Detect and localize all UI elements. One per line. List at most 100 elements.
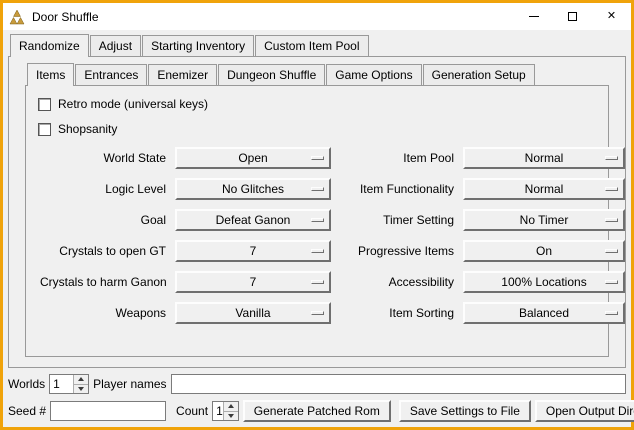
worlds-spin-buttons <box>73 375 88 393</box>
worlds-spin-up-button[interactable] <box>74 375 88 384</box>
tab-adjust[interactable]: Adjust <box>90 35 141 56</box>
item-sorting-dropdown[interactable]: Balanced <box>463 302 625 324</box>
dropdown-indicator-icon <box>311 156 324 160</box>
retro-mode-label: Retro mode (universal keys) <box>58 97 208 111</box>
weapons-label: Weapons <box>40 306 168 320</box>
worlds-spin-down-button[interactable] <box>74 384 88 394</box>
progressive-items-dropdown[interactable]: On <box>463 240 625 262</box>
logic-level-value: No Glitches <box>222 182 284 196</box>
generate-patched-rom-button[interactable]: Generate Patched Rom <box>243 400 391 422</box>
worlds-label: Worlds <box>8 377 45 391</box>
crystals-open-gt-label: Crystals to open GT <box>40 244 168 258</box>
crystals-open-gt-dropdown[interactable]: 7 <box>175 240 331 262</box>
world-state-dropdown[interactable]: Open <box>175 147 331 169</box>
dropdown-indicator-icon <box>311 218 324 222</box>
timer-setting-dropdown[interactable]: No Timer <box>463 209 625 231</box>
tab-items[interactable]: Items <box>27 63 74 86</box>
randomize-pane: Items Entrances Enemizer Dungeon Shuffle… <box>8 56 626 368</box>
dropdown-indicator-icon <box>605 311 618 315</box>
weapons-dropdown[interactable]: Vanilla <box>175 302 331 324</box>
items-pane: Retro mode (universal keys) Shopsanity W… <box>25 85 609 357</box>
dropdown-indicator-icon <box>311 280 324 284</box>
item-pool-label: Item Pool <box>338 151 456 165</box>
item-pool-dropdown[interactable]: Normal <box>463 147 625 169</box>
crystals-harm-ganon-label: Crystals to harm Ganon <box>40 275 168 289</box>
shopsanity-checkbox[interactable]: Shopsanity <box>38 122 598 136</box>
window-title: Door Shuffle <box>32 10 99 24</box>
tab-game-options[interactable]: Game Options <box>326 64 421 85</box>
weapons-value: Vanilla <box>235 306 270 320</box>
arrow-down-icon <box>78 387 84 391</box>
world-state-value: Open <box>238 151 267 165</box>
item-pool-value: Normal <box>525 151 564 165</box>
logic-level-label: Logic Level <box>40 182 168 196</box>
tab-starting-inventory[interactable]: Starting Inventory <box>142 35 254 56</box>
arrow-up-icon <box>228 404 234 408</box>
minimize-icon <box>529 16 539 17</box>
item-functionality-label: Item Functionality <box>338 182 456 196</box>
crystals-harm-ganon-value: 7 <box>250 275 257 289</box>
accessibility-dropdown[interactable]: 100% Locations <box>463 271 625 293</box>
seed-row: Seed # Count 1 Generate Patched Rom Save… <box>8 400 626 422</box>
count-spin-buttons <box>223 402 238 420</box>
tab-dungeon-shuffle[interactable]: Dungeon Shuffle <box>218 64 325 85</box>
door-shuffle-window: Door Shuffle ✕ Randomize Adjust Starting… <box>0 0 634 430</box>
checkbox-unchecked-icon[interactable] <box>38 123 51 136</box>
dropdown-indicator-icon <box>605 249 618 253</box>
tab-randomize[interactable]: Randomize <box>10 34 89 57</box>
goal-dropdown[interactable]: Defeat Ganon <box>175 209 331 231</box>
count-spinbox[interactable]: 1 <box>212 401 239 421</box>
count-spin-down-button[interactable] <box>224 411 238 421</box>
dropdown-indicator-icon <box>311 187 324 191</box>
item-sorting-label: Item Sorting <box>338 306 456 320</box>
dropdown-indicator-icon <box>605 156 618 160</box>
titlebar[interactable]: Door Shuffle ✕ <box>3 3 631 30</box>
close-icon: ✕ <box>607 11 616 22</box>
worlds-row: Worlds 1 Player names <box>8 374 626 394</box>
timer-setting-value: No Timer <box>520 213 569 227</box>
seed-label: Seed # <box>8 404 46 418</box>
sub-tab-bar: Items Entrances Enemizer Dungeon Shuffle… <box>25 63 609 85</box>
count-spin-up-button[interactable] <box>224 402 238 411</box>
tab-custom-item-pool[interactable]: Custom Item Pool <box>255 35 368 56</box>
goal-label: Goal <box>40 213 168 227</box>
maximize-icon <box>568 12 577 21</box>
world-state-label: World State <box>40 151 168 165</box>
player-names-input[interactable] <box>171 374 627 394</box>
goal-value: Defeat Ganon <box>216 213 291 227</box>
dropdown-indicator-icon <box>605 187 618 191</box>
app-icon <box>9 9 25 25</box>
open-output-directory-button[interactable]: Open Output Directory <box>535 400 634 422</box>
logic-level-dropdown[interactable]: No Glitches <box>175 178 331 200</box>
crystals-harm-ganon-dropdown[interactable]: 7 <box>175 271 331 293</box>
item-functionality-dropdown[interactable]: Normal <box>463 178 625 200</box>
seed-input[interactable] <box>50 401 166 421</box>
bottom-controls: Worlds 1 Player names Seed # Count 1 <box>8 374 626 422</box>
dropdown-indicator-icon <box>311 311 324 315</box>
progressive-items-value: On <box>536 244 552 258</box>
arrow-down-icon <box>228 414 234 418</box>
worlds-spinbox[interactable]: 1 <box>49 374 89 394</box>
timer-setting-label: Timer Setting <box>338 213 456 227</box>
shopsanity-label: Shopsanity <box>58 122 117 136</box>
main-tab-bar: Randomize Adjust Starting Inventory Cust… <box>8 34 626 56</box>
save-settings-button[interactable]: Save Settings to File <box>399 400 531 422</box>
maximize-button[interactable] <box>553 3 592 30</box>
tab-enemizer[interactable]: Enemizer <box>148 64 217 85</box>
accessibility-label: Accessibility <box>338 275 456 289</box>
count-value: 1 <box>213 402 223 420</box>
checkbox-unchecked-icon[interactable] <box>38 98 51 111</box>
retro-mode-checkbox[interactable]: Retro mode (universal keys) <box>38 97 598 111</box>
worlds-value: 1 <box>50 375 73 393</box>
close-button[interactable]: ✕ <box>592 3 631 30</box>
crystals-open-gt-value: 7 <box>250 244 257 258</box>
tab-entrances[interactable]: Entrances <box>75 64 147 85</box>
tab-generation-setup[interactable]: Generation Setup <box>423 64 535 85</box>
dropdown-indicator-icon <box>311 249 324 253</box>
player-names-label: Player names <box>93 377 166 391</box>
window-content: Randomize Adjust Starting Inventory Cust… <box>3 30 631 427</box>
arrow-up-icon <box>78 377 84 381</box>
options-form: World State Open Item Pool Normal Logic … <box>40 147 598 324</box>
minimize-button[interactable] <box>514 3 553 30</box>
dropdown-indicator-icon <box>605 218 618 222</box>
